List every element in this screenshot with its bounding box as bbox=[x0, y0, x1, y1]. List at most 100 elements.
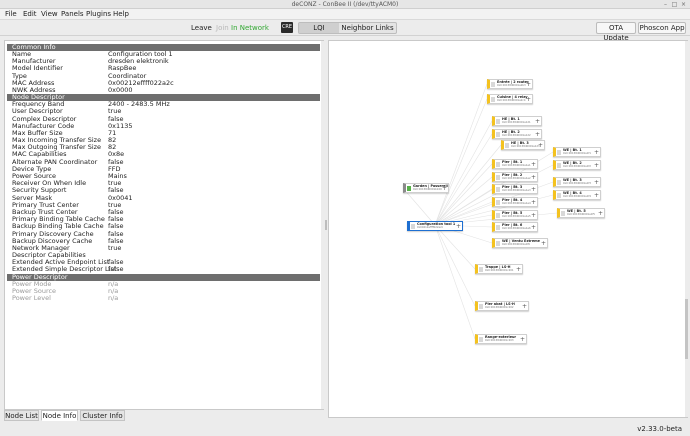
expand-icon[interactable]: + bbox=[516, 266, 521, 273]
device-icon bbox=[557, 150, 561, 155]
network-node[interactable]: WE | Bt. 2 0x0 00158d0001a1f2 + bbox=[553, 160, 601, 170]
node-address: 0x0 00158d0001a1d2 bbox=[502, 134, 531, 137]
network-node[interactable]: Cuisine | 4 relay 0x0 00158d0001a2c4 + bbox=[487, 94, 533, 104]
expand-icon[interactable]: + bbox=[531, 186, 536, 193]
network-node[interactable]: Configuration tool 1 0x00212effff022a2c + bbox=[407, 221, 463, 231]
scrollbar-thumb[interactable] bbox=[685, 299, 688, 359]
node-address: 0x0 00158d0001c203 bbox=[485, 339, 514, 342]
device-icon bbox=[496, 213, 500, 218]
phoscon-app-button[interactable]: Phoscon App bbox=[638, 22, 686, 34]
network-graph-panel[interactable]: Entrée | 2 router 0x0 00158d0001a2b3 + Cuis… bbox=[328, 40, 688, 418]
device-icon bbox=[479, 304, 483, 309]
device-icon bbox=[496, 162, 500, 167]
node-address: 0x0 00158d0001a1e5 bbox=[502, 215, 531, 218]
node-address: 0x0 00158d0001a1f6 bbox=[502, 243, 530, 246]
network-node[interactable]: WE | Bt. 3 0x0 00158d0001a1f3 + bbox=[553, 177, 601, 187]
network-node[interactable]: Pler | Bt. 2 0x0 00158d0001a1e2 + bbox=[492, 172, 538, 182]
join-button[interactable]: Join bbox=[216, 24, 229, 32]
status-bar: v2.33.0-beta bbox=[0, 422, 690, 436]
neighbor-links-button[interactable]: Neighbor Links bbox=[339, 23, 396, 33]
graph-scrollbar[interactable] bbox=[685, 41, 688, 417]
info-key: NWK Address bbox=[12, 85, 56, 94]
expand-icon[interactable]: + bbox=[531, 224, 536, 231]
menu-help[interactable]: Help bbox=[113, 10, 129, 19]
device-icon bbox=[479, 337, 483, 342]
vertical-scrollbar[interactable] bbox=[321, 41, 324, 409]
menu-edit[interactable]: Edit bbox=[23, 10, 37, 19]
network-node[interactable]: HE | Bt. 2 0x0 00158d0001a1d2 + bbox=[492, 129, 542, 139]
node-address: 0x0 00158d0001a1f4 bbox=[563, 195, 591, 198]
expand-icon[interactable]: + bbox=[594, 162, 599, 169]
tab-cluster-info[interactable]: Cluster Info bbox=[80, 410, 125, 421]
close-icon[interactable]: × bbox=[680, 1, 687, 8]
network-node[interactable]: WE | Bt. 5 0x0 00158d0001a1f5 + bbox=[557, 208, 605, 218]
expand-icon[interactable]: + bbox=[535, 118, 540, 125]
info-row: Security Support false bbox=[7, 187, 320, 194]
device-icon bbox=[407, 186, 411, 191]
expand-icon[interactable]: + bbox=[594, 149, 599, 156]
network-node[interactable]: Pler | Bt. 4 0x0 00158d0001a1e4 + bbox=[492, 197, 538, 207]
device-icon bbox=[479, 267, 483, 272]
expand-icon[interactable]: + bbox=[598, 210, 603, 217]
node-address: 0x0 00158d0001a1e2 bbox=[502, 177, 531, 180]
menu-plugins[interactable]: Plugins bbox=[86, 10, 111, 19]
menu-panels[interactable]: Panels bbox=[61, 10, 84, 19]
device-icon bbox=[496, 200, 500, 205]
network-node[interactable]: Entrée | 2 router 0x0 00158d0001a2b3 + bbox=[487, 79, 533, 89]
expand-icon[interactable]: + bbox=[522, 303, 527, 310]
expand-icon[interactable]: + bbox=[594, 179, 599, 186]
leave-button[interactable]: Leave bbox=[191, 24, 212, 32]
network-node[interactable]: Trappe | LS-H 0x0 00158d0001c201 + bbox=[475, 264, 523, 274]
tab-node-list[interactable]: Node List bbox=[4, 410, 39, 421]
ota-update-button[interactable]: OTA Update bbox=[596, 22, 636, 42]
network-node[interactable]: Pler | Bt. 5 0x0 00158d0001a1e5 + bbox=[492, 210, 538, 220]
network-node[interactable]: Garden | Passerelle 0x0 00158d0001b100 + bbox=[403, 183, 449, 193]
minimize-icon[interactable]: – bbox=[662, 1, 669, 8]
expand-icon[interactable]: + bbox=[541, 240, 546, 247]
network-node[interactable]: WE | Ventu Extreme 0x0 00158d0001a1f6 + bbox=[492, 238, 548, 248]
network-status: In Network bbox=[231, 24, 269, 32]
menu-view[interactable]: View bbox=[41, 10, 58, 19]
network-node[interactable]: Pler | Bt. 6 0x0 00158d0001a1e6 + bbox=[492, 222, 538, 232]
expand-icon[interactable]: + bbox=[531, 174, 536, 181]
info-key: Power Level bbox=[12, 294, 51, 302]
info-row: Power Source n/a bbox=[7, 287, 320, 295]
maximize-icon[interactable]: □ bbox=[671, 1, 678, 8]
device-icon bbox=[496, 225, 500, 230]
node-address: 0x0 00158d0001a1d3 bbox=[511, 145, 540, 148]
splitter-handle[interactable] bbox=[325, 220, 327, 230]
expand-icon[interactable]: + bbox=[456, 223, 461, 230]
network-node[interactable]: Pler abat | LS-H 0x0 00158d0001c202 + bbox=[475, 301, 529, 311]
menu-file[interactable]: File bbox=[5, 10, 17, 19]
network-node[interactable]: HE | Bt. 1 0x0 00158d0001a1d1 + bbox=[492, 116, 542, 126]
tab-node-info[interactable]: Node Info bbox=[41, 410, 78, 421]
menu-bar: File Edit View Panels Plugins Help bbox=[0, 9, 690, 20]
expand-icon[interactable]: + bbox=[594, 192, 599, 199]
node-address: 0x0 00158d0001a1e6 bbox=[502, 227, 531, 230]
node-info-panel: Common Info Name Configuration tool 1 Manuf… bbox=[4, 40, 324, 410]
device-icon bbox=[496, 119, 500, 124]
version-label: v2.33.0-beta bbox=[637, 425, 682, 433]
network-node[interactable]: HE | Bt. 3 0x0 00158d0001a1d3 + bbox=[501, 140, 545, 150]
network-node[interactable]: WE | Bt. 1 0x0 00158d0001a1f1 + bbox=[553, 147, 601, 157]
network-node[interactable]: WE | Bt. 4 0x0 00158d0001a1f4 + bbox=[553, 190, 601, 200]
device-icon bbox=[557, 163, 561, 168]
node-address: 0x0 00158d0001c202 bbox=[485, 306, 514, 309]
expand-icon[interactable]: + bbox=[538, 142, 543, 149]
expand-icon[interactable]: + bbox=[526, 81, 531, 88]
info-row: Model Identifier RaspBee bbox=[7, 65, 320, 72]
network-node[interactable]: Pler | Bt. 3 0x0 00158d0001a1e3 + bbox=[492, 184, 538, 194]
lqi-button[interactable]: LQI bbox=[299, 23, 339, 33]
expand-icon[interactable]: + bbox=[531, 199, 536, 206]
expand-icon[interactable]: + bbox=[535, 131, 540, 138]
network-node[interactable]: Range-exterieur 0x0 00158d0001c203 + bbox=[475, 334, 527, 344]
expand-icon[interactable]: + bbox=[531, 212, 536, 219]
expand-icon[interactable]: + bbox=[520, 336, 525, 343]
cre-button[interactable]: CRE bbox=[281, 22, 293, 33]
window-title: deCONZ - ConBee II (/dev/ttyACM0) bbox=[291, 1, 399, 8]
expand-icon[interactable]: + bbox=[526, 96, 531, 103]
expand-icon[interactable]: + bbox=[442, 185, 447, 192]
expand-icon[interactable]: + bbox=[531, 161, 536, 168]
network-node[interactable]: Pler | Bt. 1 0x0 00158d0001a1e1 + bbox=[492, 159, 538, 169]
node-address: 0x0 00158d0001a1e3 bbox=[502, 189, 531, 192]
